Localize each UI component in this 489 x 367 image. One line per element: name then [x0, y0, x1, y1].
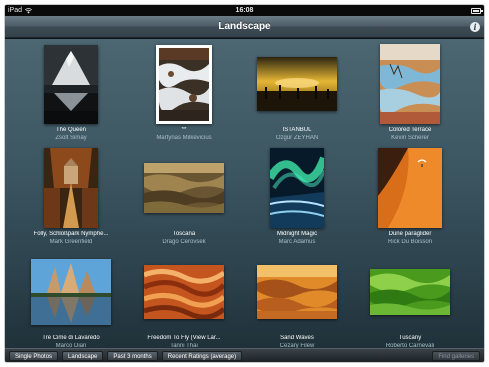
photo-title: Toscana [172, 231, 196, 237]
photo-cell[interactable]: Colored Terrace Kevin Scherer [354, 43, 466, 147]
photo-title: Tre Cime di Lavaredo [42, 335, 100, 341]
thumb-frame [354, 43, 466, 125]
photo-thumbnail-colored-terrace[interactable] [380, 44, 440, 124]
sort-ratings-button[interactable]: Recent Ratings (average) [161, 350, 243, 361]
photo-thumbnail-istanbul[interactable] [257, 57, 337, 111]
status-time: 16:08 [235, 7, 254, 14]
photo-title: Midnight Magic [276, 231, 318, 237]
photo-author: Drago Cerovsek [162, 239, 206, 245]
photo-author: Martynas Milkevicius [156, 135, 212, 141]
photo-cell[interactable]: İSTANBUL Özgür ZEYHAN [241, 43, 353, 147]
photo-author: Rick Du Boisson [387, 239, 432, 245]
photo-author: Mark Greenfield [49, 239, 93, 245]
status-bar: iPad 16:08 [5, 5, 484, 16]
photo-thumbnail-dune-paraglider[interactable] [378, 148, 442, 228]
photo-title: Dune paraglider [388, 231, 432, 237]
photo-thumbnail-freedom-to-fly[interactable] [144, 265, 224, 319]
nav-bar: Landscape i [5, 16, 484, 38]
thumb-frame [241, 43, 353, 125]
photo-author: Kevin Scherer [391, 135, 429, 141]
thumb-frame [15, 251, 127, 333]
photo-title: Folly, Schloßpark Nymphe... [33, 231, 109, 237]
info-button[interactable]: i [470, 22, 480, 32]
thumb-frame [128, 43, 240, 125]
battery-icon [471, 8, 483, 14]
thumb-frame [15, 43, 127, 125]
thumb-frame [241, 147, 353, 229]
thumb-frame [241, 251, 353, 333]
photo-title: Colored Terrace [388, 127, 432, 133]
photo-title: Tuscany [398, 335, 422, 341]
photo-thumbnail-the-queen[interactable] [44, 44, 98, 124]
photo-thumbnail-toscana[interactable] [144, 163, 224, 213]
photo-thumbnail-tre-cime[interactable] [31, 259, 111, 325]
photo-cell[interactable]: The Queen Zsolt Simay [15, 43, 127, 147]
photo-thumbnail-tuscany[interactable] [370, 269, 450, 315]
thumb-frame [128, 251, 240, 333]
photo-title: Freedom To Fly (View Lar... [147, 335, 221, 341]
photo-cell[interactable]: ** Martynas Milkevicius [128, 43, 240, 147]
photo-thumbnail-sand-waves[interactable] [257, 265, 337, 319]
photo-cell[interactable]: Toscana Drago Cerovsek [128, 147, 240, 251]
photo-cell[interactable]: Folly, Schloßpark Nymphe... Mark Greenfi… [15, 147, 127, 251]
photo-cell[interactable]: Dune paraglider Rick Du Boisson [354, 147, 466, 251]
thumb-frame [354, 251, 466, 333]
photo-thumbnail-selected[interactable] [156, 44, 212, 124]
photo-cell[interactable]: Freedom To Fly (View Lar... Tanni Thai [128, 251, 240, 355]
photo-title: İSTANBUL [282, 127, 312, 133]
photo-title: ** [181, 127, 187, 133]
photo-cell[interactable]: Tre Cime di Lavaredo Marco Dian [15, 251, 127, 355]
photo-author: Özgür ZEYHAN [275, 135, 319, 141]
photo-title: The Queen [55, 127, 87, 133]
photo-thumbnail-folly[interactable] [44, 148, 98, 228]
photo-cell[interactable]: Tuscany Roberto Carnevali [354, 251, 466, 355]
ipad-screen: iPad 16:08 Landscape i The Queen Zsolt S… [4, 4, 485, 363]
photo-author: Marc Adamus [278, 239, 316, 245]
thumb-frame [128, 147, 240, 229]
bottom-toolbar: Single Photos Landscape Past 3 months Re… [5, 348, 484, 362]
thumb-frame [15, 147, 127, 229]
thumb-frame [354, 147, 466, 229]
photo-thumbnail-midnight-magic[interactable] [270, 148, 324, 228]
category-landscape-button[interactable]: Landscape [62, 350, 104, 361]
time-range-button[interactable]: Past 3 months [107, 350, 158, 361]
photo-gallery: The Queen Zsolt Simay ** Martynas Milkev… [5, 39, 484, 350]
photo-title: Sand Waves [280, 335, 314, 341]
photo-cell[interactable]: Midnight Magic Marc Adamus [241, 147, 353, 251]
find-galleries-button[interactable]: Find galleries [432, 350, 480, 361]
photo-author: Zsolt Simay [55, 135, 87, 141]
page-title: Landscape [218, 21, 271, 32]
single-photos-button[interactable]: Single Photos [9, 350, 59, 361]
photo-cell[interactable]: Sand Waves Cezary Filew [241, 251, 353, 355]
